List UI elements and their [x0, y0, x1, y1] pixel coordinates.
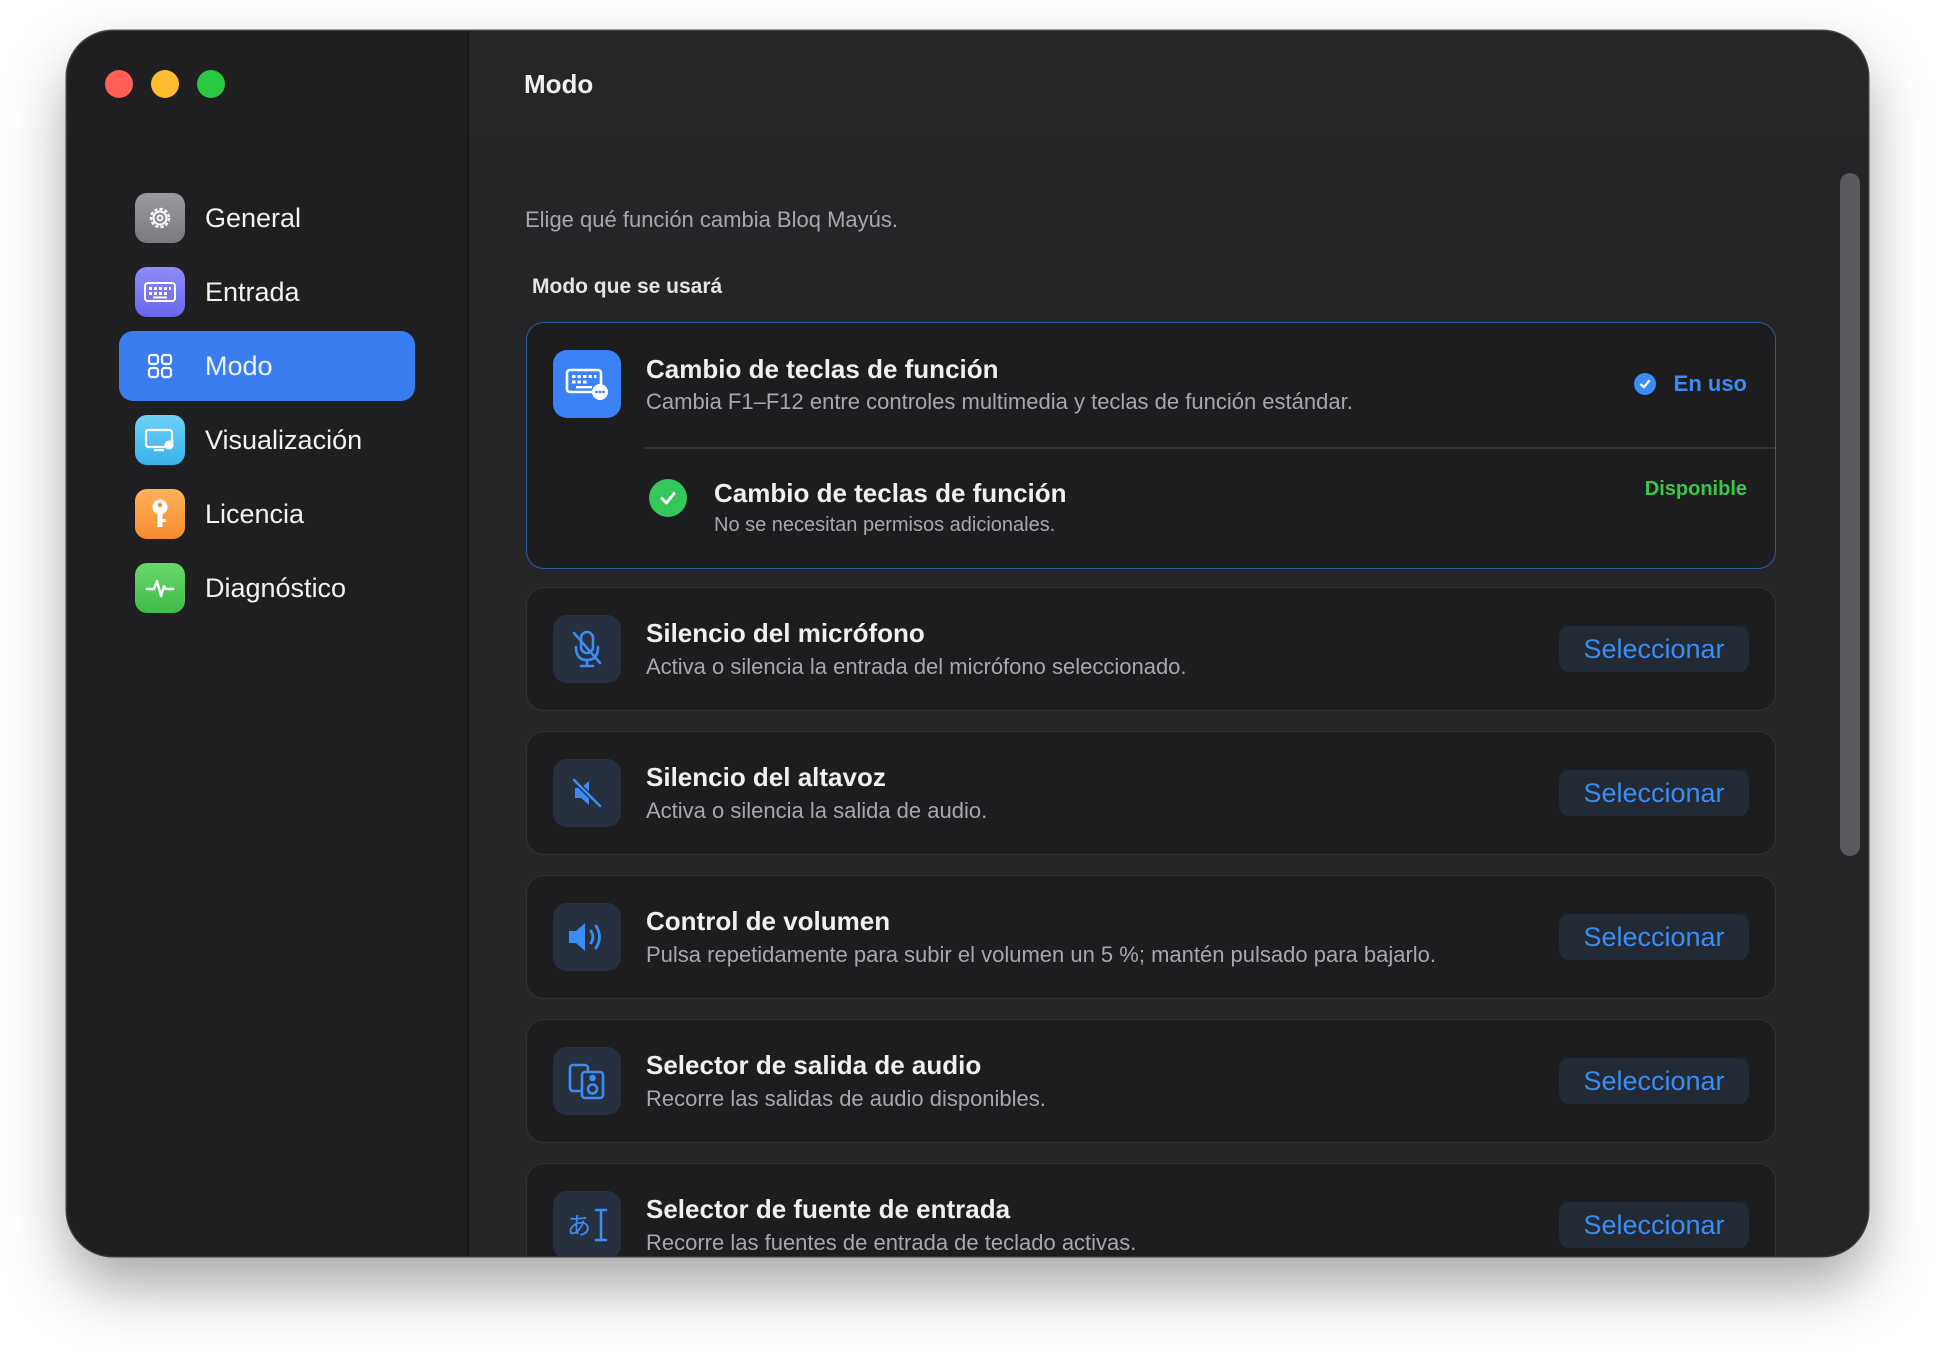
zoom-window-button[interactable] — [197, 70, 225, 98]
mode-card[interactable]: Silencio del micrófono Activa o silencia… — [526, 587, 1776, 711]
mic-slash-icon — [553, 615, 621, 683]
sidebar-item-label: General — [205, 202, 302, 233]
sidebar-item-label: Entrada — [205, 276, 300, 307]
section-heading: Modo que se usará — [532, 275, 723, 298]
mode-card[interactable]: Silencio del altavoz Activa o silencia l… — [526, 731, 1776, 855]
select-button[interactable]: Seleccionar — [1559, 770, 1749, 816]
mode-subtitle: Recorre las fuentes de entrada de teclad… — [646, 1230, 1137, 1255]
sidebar-item-label: Visualización — [205, 424, 363, 455]
app-window: General Entrada Modo Visualización Licen… — [67, 31, 1868, 1256]
mode-subtitle: Activa o silencia la salida de audio. — [646, 798, 988, 823]
mode-subtitle: Activa o silencia la entrada del micrófo… — [646, 654, 1187, 679]
mode-title: Silencio del altavoz — [646, 762, 886, 792]
selected-mode-subtitle: Cambia F1–F12 entre controles multimedia… — [646, 389, 1353, 414]
mode-card[interactable]: Control de volumen Pulsa repetidamente p… — [526, 875, 1776, 999]
sidebar-item-label: Licencia — [205, 498, 305, 529]
speaker-wave-icon — [553, 903, 621, 971]
page-title: Modo — [524, 69, 594, 99]
available-badge: Disponible — [1644, 478, 1747, 500]
sidebar-item-general[interactable]: General — [119, 183, 415, 253]
sidebar-item-diagnostico[interactable]: Diagnóstico — [119, 553, 415, 623]
display-icon — [135, 415, 185, 465]
selected-mode-title: Cambio de teclas de función — [646, 354, 999, 384]
keyboard-function-icon — [553, 350, 621, 418]
speakers-icon — [553, 1047, 621, 1115]
main-pane: Modo Elige qué función cambia Bloq Mayús… — [469, 31, 1868, 1256]
checkmark-circle-icon — [649, 479, 687, 517]
sidebar-item-licencia[interactable]: Licencia — [119, 479, 415, 549]
key-icon — [135, 489, 185, 539]
sidebar-item-visualizacion[interactable]: Visualización — [119, 405, 415, 475]
close-window-button[interactable] — [105, 70, 133, 98]
in-use-label: En uso — [1673, 371, 1747, 396]
sidebar-item-modo[interactable]: Modo — [119, 331, 415, 401]
gear-icon — [135, 193, 185, 243]
in-use-badge: En uso — [1633, 371, 1747, 397]
select-button[interactable]: Seleccionar — [1559, 1202, 1749, 1248]
mode-title: Selector de fuente de entrada — [646, 1194, 1011, 1224]
mode-title: Control de volumen — [646, 906, 891, 936]
speaker-slash-icon — [553, 759, 621, 827]
select-button[interactable]: Seleccionar — [1559, 626, 1749, 672]
selected-mode-card[interactable]: Cambio de teclas de función Cambia F1–F1… — [526, 322, 1776, 569]
input-source-icon: あ — [553, 1191, 621, 1256]
minimize-window-button[interactable] — [151, 70, 179, 98]
sidebar-item-label: Diagnóstico — [205, 572, 347, 603]
scrollbar[interactable] — [1840, 173, 1860, 856]
content-area: Elige qué función cambia Bloq Mayús. Mod… — [469, 135, 1868, 1256]
card-divider — [645, 447, 1775, 449]
mode-card[interactable]: Selector de salida de audio Recorre las … — [526, 1019, 1776, 1143]
select-button[interactable]: Seleccionar — [1559, 914, 1749, 960]
requirement-title: Cambio de teclas de función — [714, 478, 1067, 508]
sidebar: General Entrada Modo Visualización Licen… — [67, 31, 469, 1256]
select-button[interactable]: Seleccionar — [1559, 1058, 1749, 1104]
sidebar-item-entrada[interactable]: Entrada — [119, 257, 415, 327]
keyboard-icon — [135, 267, 185, 317]
title-bar: Modo — [469, 31, 1868, 135]
sidebar-nav: General Entrada Modo Visualización Licen… — [119, 183, 415, 627]
requirement-subtitle: No se necesitan permisos adicionales. — [714, 514, 1056, 536]
sidebar-item-label: Modo — [205, 350, 273, 381]
mode-subtitle: Recorre las salidas de audio disponibles… — [646, 1086, 1046, 1111]
grid-icon — [135, 341, 185, 391]
svg-text:あ: あ — [567, 1212, 591, 1240]
mode-title: Silencio del micrófono — [646, 618, 925, 648]
pulse-icon — [135, 563, 185, 613]
mode-card[interactable]: あ Selector de fuente de entrada Recorre … — [526, 1163, 1776, 1256]
mode-subtitle: Pulsa repetidamente para subir el volume… — [646, 942, 1437, 967]
checkmark-circle-icon — [1633, 373, 1656, 395]
page-description: Elige qué función cambia Bloq Mayús. — [525, 207, 898, 232]
mode-title: Selector de salida de audio — [646, 1050, 982, 1080]
